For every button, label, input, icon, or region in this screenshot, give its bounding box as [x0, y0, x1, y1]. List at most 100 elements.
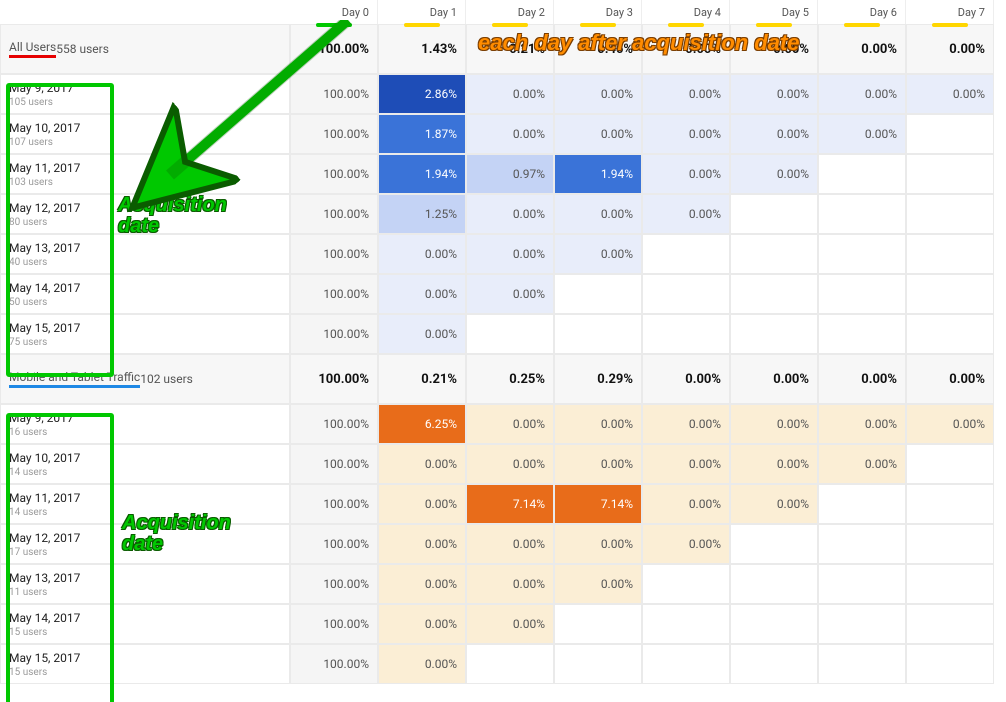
- cohort-cell: 0.00%: [642, 194, 730, 234]
- cohort-cell: [818, 314, 906, 354]
- cohort-row-header[interactable]: May 12, 201780 users: [0, 194, 290, 234]
- cohort-users: 16 users: [9, 427, 47, 438]
- segment-title: Mobile and Tablet Traffic: [9, 370, 140, 388]
- cohort-cell: 0.00%: [466, 274, 554, 314]
- header-underline-icon: [580, 23, 616, 27]
- cohort-cell: 100.00%: [290, 444, 378, 484]
- column-header-day-5[interactable]: Day 5: [730, 0, 818, 24]
- cohort-cell: 0.00%: [378, 604, 466, 644]
- header-underline-icon: [492, 23, 528, 27]
- header-underline-icon: [844, 23, 880, 27]
- cohort-cell: [730, 564, 818, 604]
- segment-summary-cell: 0.00%: [906, 354, 994, 404]
- column-header-day-3[interactable]: Day 3: [554, 0, 642, 24]
- cohort-cell: 100.00%: [290, 564, 378, 604]
- cohort-users: 40 users: [9, 257, 47, 268]
- cohort-users: 17 users: [9, 547, 47, 558]
- cohort-cell: [818, 234, 906, 274]
- cohort-cell: [642, 234, 730, 274]
- segment-header[interactable]: Mobile and Tablet Traffic102 users: [0, 354, 290, 404]
- cohort-cell: 0.00%: [642, 404, 730, 444]
- cohort-row-header[interactable]: May 10, 2017107 users: [0, 114, 290, 154]
- cohort-cell: 0.00%: [818, 404, 906, 444]
- cohort-date: May 11, 2017: [9, 491, 80, 505]
- segment-subtitle: 558 users: [56, 42, 109, 56]
- cohort-cell: 0.00%: [730, 114, 818, 154]
- cohort-date: May 13, 2017: [9, 241, 80, 255]
- cohort-cell: 0.00%: [730, 404, 818, 444]
- cohort-cell: [906, 484, 994, 524]
- cohort-date: May 12, 2017: [9, 531, 80, 545]
- cohort-row-header[interactable]: May 15, 201775 users: [0, 314, 290, 354]
- cohort-cell: 0.00%: [818, 74, 906, 114]
- segment-title: All Users: [9, 40, 56, 58]
- cohort-cell: 0.00%: [642, 74, 730, 114]
- cohort-cell: [730, 604, 818, 644]
- cohort-cell: [906, 604, 994, 644]
- cohort-cell: 0.00%: [642, 114, 730, 154]
- cohort-cell: [818, 154, 906, 194]
- segment-summary-cell: 100.00%: [290, 354, 378, 404]
- column-header-day-1[interactable]: Day 1: [378, 0, 466, 24]
- cohort-row-header[interactable]: May 12, 2017 17 users: [0, 524, 290, 564]
- cohort-cell: 0.00%: [554, 564, 642, 604]
- cohort-row-header[interactable]: May 13, 2017 40 users: [0, 234, 290, 274]
- segment-header[interactable]: All Users558 users: [0, 24, 290, 74]
- cohort-cell: 100.00%: [290, 274, 378, 314]
- cohort-cell: 0.00%: [554, 74, 642, 114]
- cohort-cell: 100.00%: [290, 194, 378, 234]
- cohort-cell: 0.00%: [466, 444, 554, 484]
- column-header-day-2[interactable]: Day 2: [466, 0, 554, 24]
- cohort-cell: 100.00%: [290, 484, 378, 524]
- cohort-cell: 0.00%: [554, 524, 642, 564]
- cohort-cell: 7.14%: [554, 484, 642, 524]
- cohort-row-header[interactable]: May 15, 201715 users: [0, 644, 290, 684]
- cohort-row-header[interactable]: May 14, 2017 15 users: [0, 604, 290, 644]
- cohort-row-header[interactable]: May 9, 2017105 users: [0, 74, 290, 114]
- cohort-cell: 0.00%: [378, 524, 466, 564]
- header-underline-icon: [316, 23, 352, 27]
- cohort-row-header[interactable]: May 11, 201714 users: [0, 484, 290, 524]
- cohort-cell: 0.00%: [906, 404, 994, 444]
- header-underline-icon: [404, 23, 440, 27]
- cohort-cell: [730, 234, 818, 274]
- cohort-cell: [906, 274, 994, 314]
- cohort-cell: 0.00%: [378, 234, 466, 274]
- cohort-cell: 0.00%: [554, 404, 642, 444]
- cohort-row-header[interactable]: May 13, 201711 users: [0, 564, 290, 604]
- cohort-cell: [818, 524, 906, 564]
- cohort-cell: [818, 484, 906, 524]
- column-header-day-6[interactable]: Day 6: [818, 0, 906, 24]
- cohort-cell: 100.00%: [290, 234, 378, 274]
- cohort-row-header[interactable]: May 14, 201750 users: [0, 274, 290, 314]
- cohort-cell: 6.25%: [378, 404, 466, 444]
- segment-summary-cell: 0.00%: [818, 24, 906, 74]
- cohort-cell: [554, 644, 642, 684]
- column-header-blank: [0, 0, 290, 24]
- column-header-day-7[interactable]: Day 7: [906, 0, 994, 24]
- cohort-row-header[interactable]: May 9, 2017 16 users: [0, 404, 290, 444]
- cohort-cell: 0.00%: [378, 564, 466, 604]
- cohort-cell: 0.00%: [730, 444, 818, 484]
- cohort-cell: [730, 524, 818, 564]
- segment-summary-cell: 0.21%: [378, 354, 466, 404]
- cohort-cell: 100.00%: [290, 314, 378, 354]
- column-header-day-4[interactable]: Day 4: [642, 0, 730, 24]
- column-header-day-0[interactable]: Day 0: [290, 0, 378, 24]
- cohort-date: May 9, 2017: [9, 411, 74, 425]
- cohort-cell: [906, 524, 994, 564]
- cohort-date: May 15, 2017: [9, 651, 80, 665]
- cohort-row-header[interactable]: May 10, 201714 users: [0, 444, 290, 484]
- cohort-cell: 100.00%: [290, 404, 378, 444]
- cohort-users: 15 users: [9, 627, 47, 638]
- cohort-date: May 14, 2017: [9, 611, 80, 625]
- cohort-cell: 0.00%: [466, 604, 554, 644]
- cohort-cell: 0.00%: [906, 74, 994, 114]
- cohort-cell: 0.00%: [554, 114, 642, 154]
- cohort-cell: 1.87%: [378, 114, 466, 154]
- cohort-cell: [554, 604, 642, 644]
- cohort-cell: [730, 274, 818, 314]
- segment-summary-cell: 0.00%: [642, 24, 730, 74]
- cohort-cell: 0.00%: [466, 404, 554, 444]
- cohort-row-header[interactable]: May 11, 2017103 users: [0, 154, 290, 194]
